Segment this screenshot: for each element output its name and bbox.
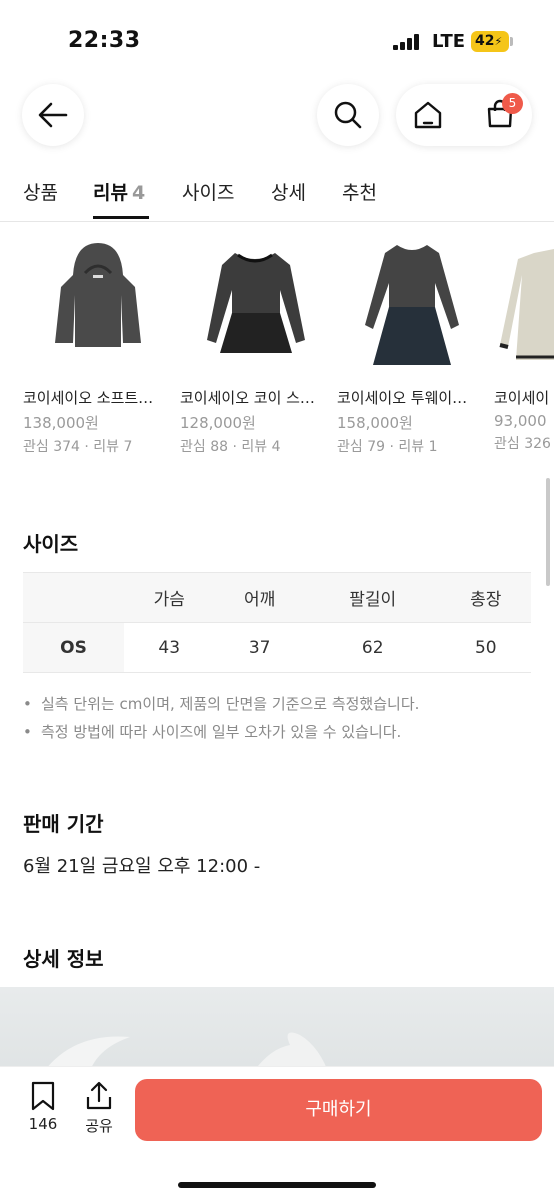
product-meta: 관심 326 — [494, 436, 551, 452]
product-image — [337, 235, 487, 375]
product-meta: 관심 79 · 리뷰 1 — [337, 439, 438, 455]
tab-active-indicator — [93, 216, 149, 219]
search-button[interactable] — [317, 84, 379, 146]
product-card[interactable]: 코이세이 93,000 관심 326 — [494, 235, 554, 453]
product-meta: 관심 88 · 리뷰 4 — [180, 439, 281, 455]
product-name: 코이세이 — [494, 389, 550, 407]
size-cell: 43 — [124, 622, 215, 673]
size-header-cell: 어깨 — [214, 572, 305, 623]
size-row-label: OS — [23, 622, 124, 673]
product-price: 138,000원 — [23, 414, 99, 432]
arrow-left-icon — [38, 102, 68, 128]
size-section-title: 사이즈 — [23, 532, 79, 556]
bottom-action-bar: 146 공유 구매하기 — [0, 1066, 554, 1200]
cart-badge: 5 — [502, 93, 523, 114]
share-icon — [86, 1081, 112, 1110]
product-image — [23, 235, 173, 375]
sale-period-title: 판매 기간 — [23, 812, 104, 836]
size-note: 실측 단위는 cm이며, 제품의 단면을 기준으로 측정했습니다. — [23, 690, 419, 718]
tab-product[interactable]: 상품 — [23, 178, 58, 205]
product-card[interactable]: 코이세이오 투웨이… 158,000원 관심 79 · 리뷰 1 — [337, 235, 487, 456]
tab-review[interactable]: 리뷰 4 — [93, 178, 145, 205]
network-type: LTE — [432, 31, 466, 52]
product-name: 코이세이오 코이 스… — [180, 389, 315, 407]
size-header-cell — [23, 572, 124, 623]
product-price: 128,000원 — [180, 414, 256, 432]
share-button[interactable]: 공유 — [79, 1081, 119, 1136]
tab-detail[interactable]: 상세 — [271, 178, 306, 205]
battery-icon: 42⚡ — [471, 31, 513, 52]
signal-icon — [393, 34, 423, 50]
size-header-cell: 가슴 — [124, 572, 215, 623]
size-cell: 62 — [304, 622, 441, 673]
status-bar: 22:33 LTE 42⚡ — [0, 0, 554, 80]
product-image — [494, 235, 554, 375]
tab-size[interactable]: 사이즈 — [182, 178, 234, 205]
product-price: 93,000 — [494, 412, 547, 430]
home-icon[interactable] — [412, 99, 444, 131]
back-button[interactable] — [22, 84, 84, 146]
review-count: 4 — [131, 182, 146, 204]
page-scrollbar[interactable] — [546, 478, 550, 586]
size-header-cell: 팔길이 — [304, 572, 441, 623]
home-indicator — [178, 1182, 376, 1188]
detail-image — [0, 987, 554, 1077]
bookmark-icon — [31, 1081, 55, 1111]
like-button[interactable]: 146 — [23, 1081, 63, 1133]
like-count: 146 — [28, 1115, 58, 1133]
detail-info-title: 상세 정보 — [23, 947, 104, 971]
size-table-header: 가슴 어깨 팔길이 총장 — [23, 572, 531, 623]
section-tabs: 상품 리뷰 4 사이즈 상세 추천 — [0, 170, 554, 222]
product-card[interactable]: 코이세이오 코이 스… 128,000원 관심 88 · 리뷰 4 — [180, 235, 330, 456]
size-note: 측정 방법에 따라 사이즈에 일부 오차가 있을 수 있습니다. — [23, 718, 419, 746]
status-time: 22:33 — [68, 28, 141, 53]
product-meta: 관심 374 · 리뷰 7 — [23, 439, 133, 455]
table-row: OS 43 37 62 50 — [23, 622, 531, 673]
size-table: 가슴 어깨 팔길이 총장 OS 43 37 62 50 — [23, 572, 531, 673]
size-cell: 50 — [440, 622, 531, 673]
size-cell: 37 — [214, 622, 305, 673]
buy-button[interactable]: 구매하기 — [135, 1079, 542, 1141]
search-icon — [334, 101, 362, 129]
product-price: 158,000원 — [337, 414, 413, 432]
battery-level: 42 — [475, 33, 495, 49]
product-name: 코이세이오 투웨이… — [337, 389, 468, 407]
size-header-cell: 총장 — [440, 572, 531, 623]
recommended-products: 코이세이오 소프트… 138,000원 관심 374 · 리뷰 7 코이세이오 … — [0, 235, 554, 465]
size-notes: 실측 단위는 cm이며, 제품의 단면을 기준으로 측정했습니다. 측정 방법에… — [23, 690, 419, 746]
share-label: 공유 — [85, 1117, 113, 1135]
nav-pill: 5 — [396, 84, 532, 146]
product-name: 코이세이오 소프트… — [23, 389, 154, 407]
tab-recommend[interactable]: 추천 — [342, 178, 377, 205]
product-image — [180, 235, 330, 375]
product-card[interactable]: 코이세이오 소프트… 138,000원 관심 374 · 리뷰 7 — [23, 235, 173, 456]
sale-period-value: 6월 21일 금요일 오후 12:00 - — [23, 856, 261, 877]
